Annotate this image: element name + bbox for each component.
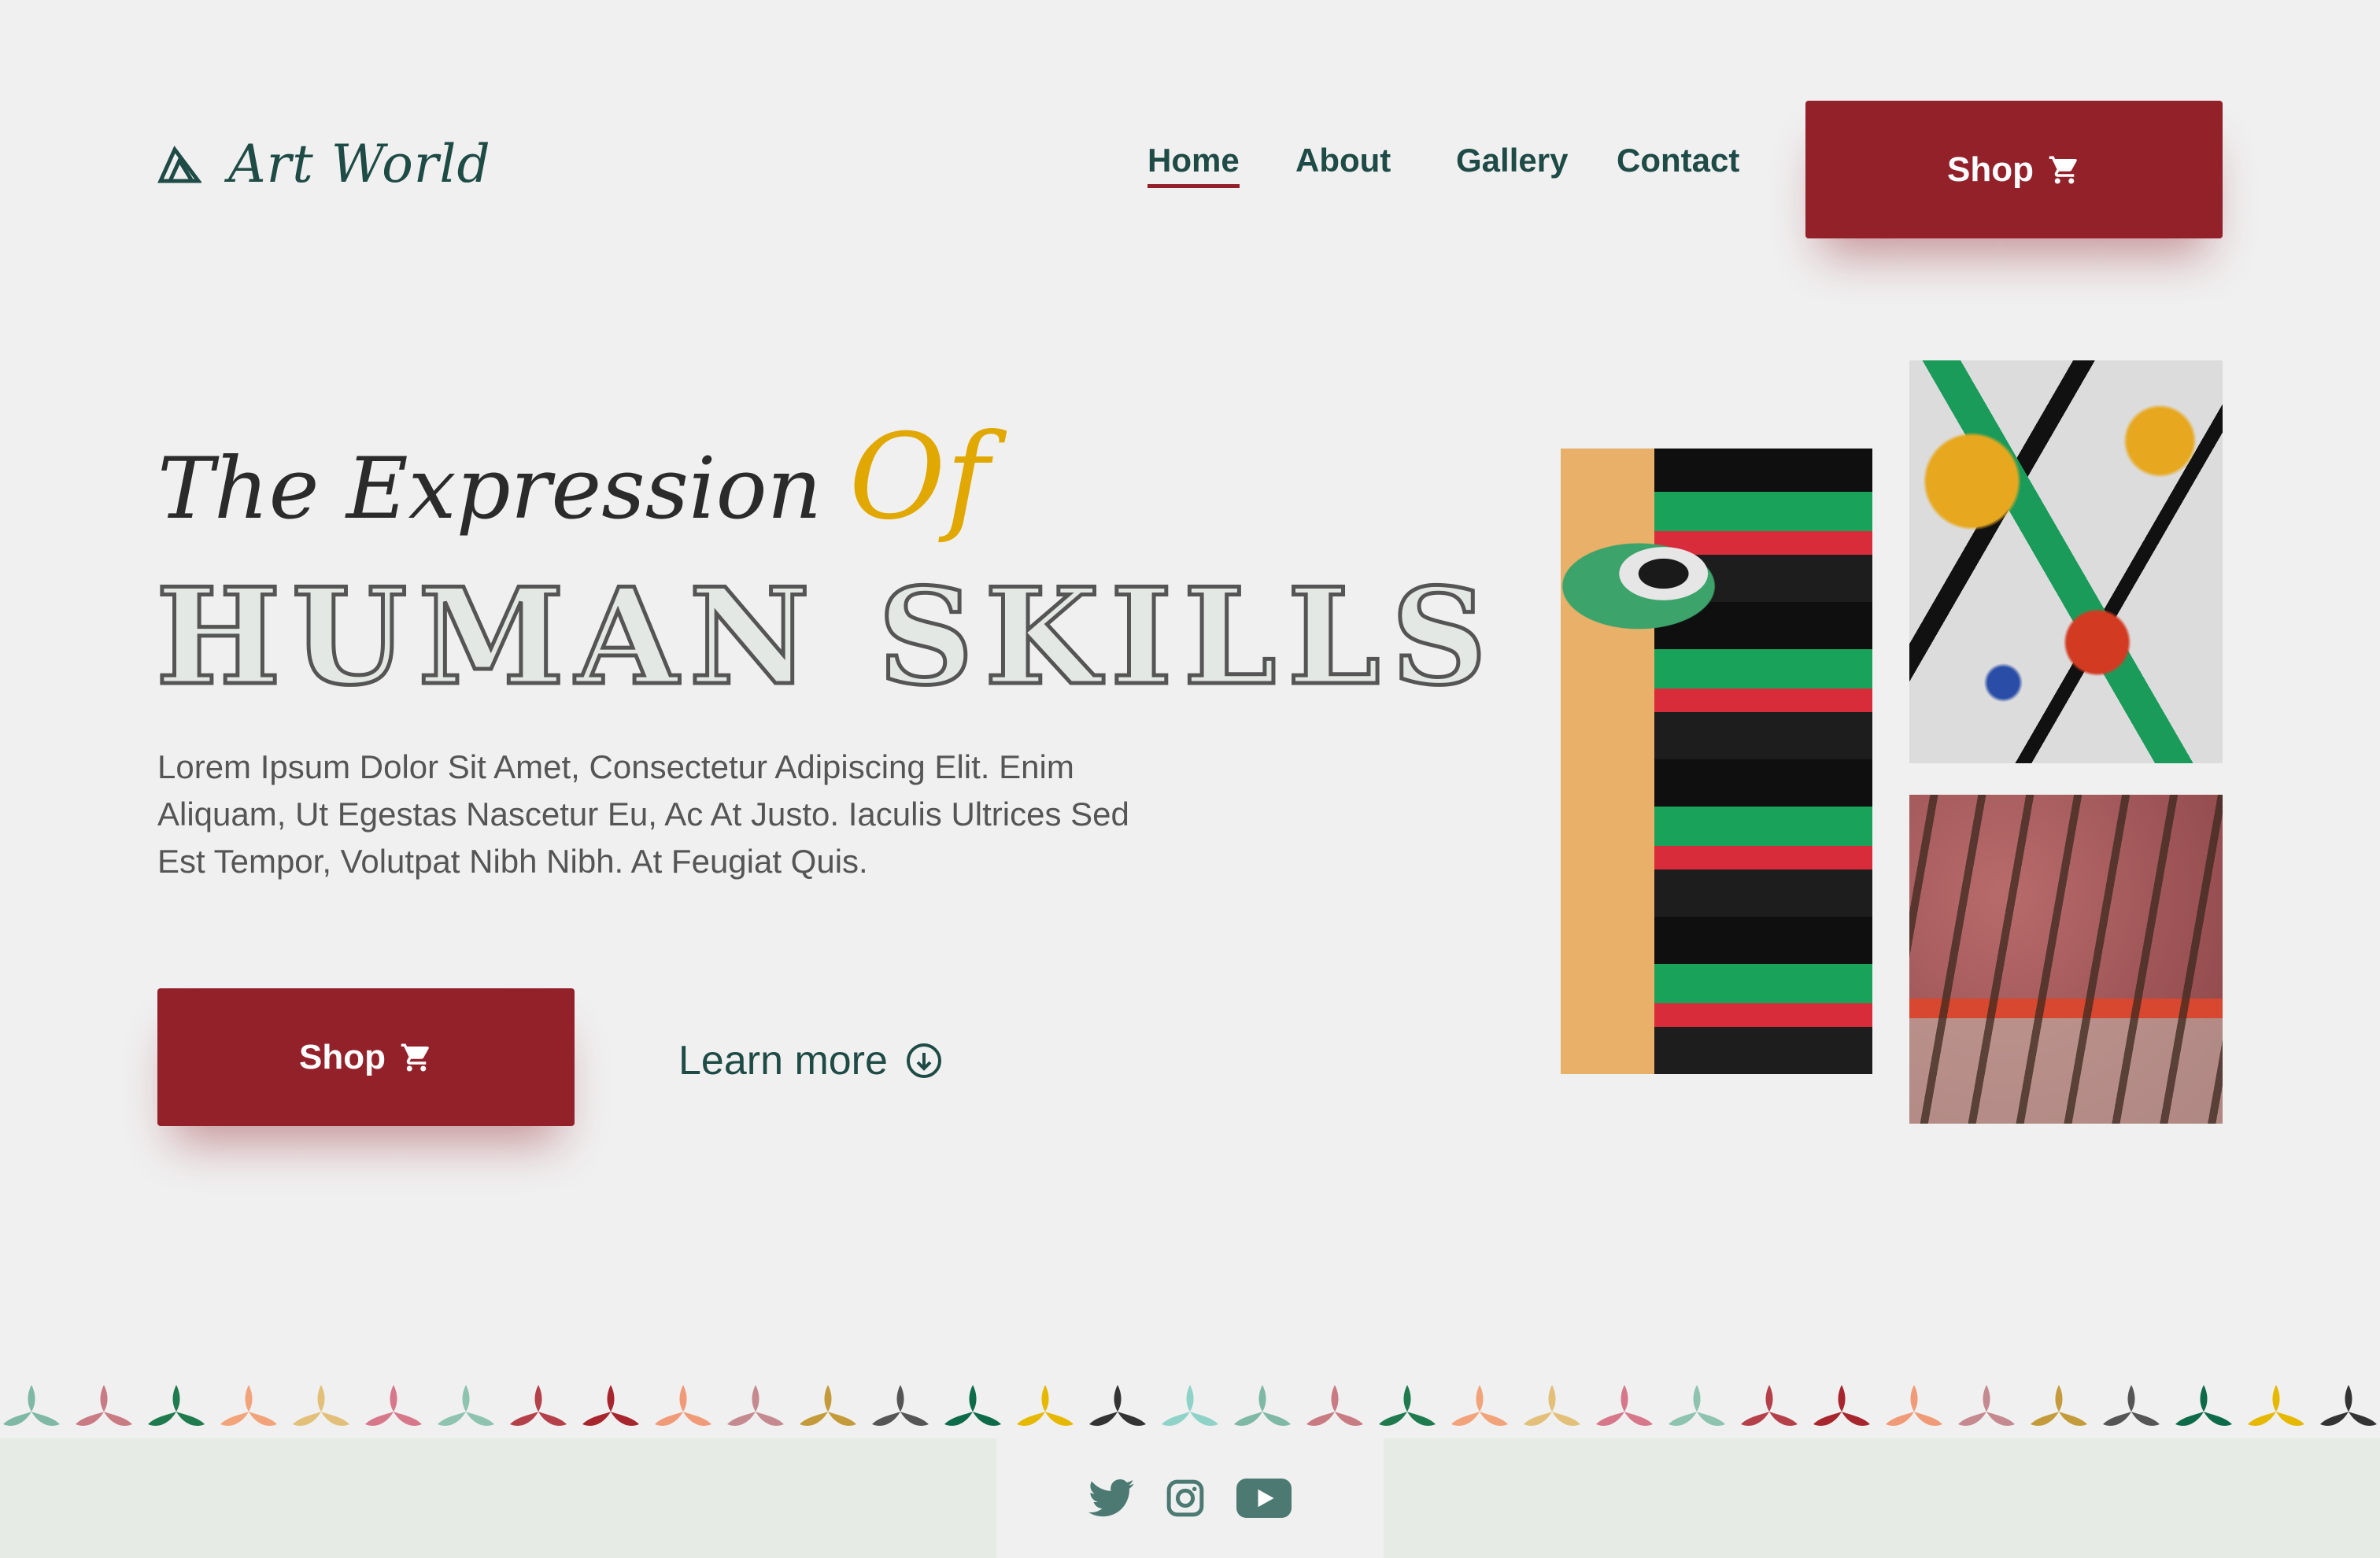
nav-about[interactable]: About bbox=[1295, 142, 1391, 179]
ornament-glyph bbox=[293, 1385, 349, 1427]
ornament-glyph bbox=[510, 1385, 567, 1427]
header-shop-button[interactable]: Shop bbox=[1805, 101, 2223, 238]
ornament-glyph bbox=[1958, 1385, 2015, 1427]
ornament-glyph bbox=[1017, 1385, 1074, 1427]
shop-button-label: Shop bbox=[299, 1037, 386, 1076]
ornament-glyph bbox=[3, 1385, 60, 1427]
ornament-glyph bbox=[1089, 1385, 1146, 1427]
ornament-glyph bbox=[1451, 1385, 1508, 1427]
ornament-glyph bbox=[1379, 1385, 1436, 1427]
social-links bbox=[996, 1438, 1384, 1558]
footer-panel-left bbox=[0, 1438, 996, 1558]
ornament-glyph bbox=[438, 1385, 494, 1427]
ornament-glyph bbox=[1886, 1385, 1942, 1427]
ornament-glyph bbox=[1813, 1385, 1870, 1427]
nav-contact[interactable]: Contact bbox=[1617, 142, 1739, 179]
instagram-icon[interactable] bbox=[1166, 1479, 1205, 1518]
hero-tagline: The Expression Of bbox=[157, 409, 989, 546]
street-mural-image bbox=[1561, 449, 1872, 1074]
brand-name: Art World bbox=[228, 134, 491, 194]
nav-home[interactable]: Home bbox=[1148, 142, 1240, 188]
footer-panel-right bbox=[1384, 1438, 2380, 1558]
ornament-glyph bbox=[655, 1385, 711, 1427]
cart-icon bbox=[401, 1043, 429, 1071]
ornament-glyph bbox=[2248, 1385, 2304, 1427]
decorative-border bbox=[3, 1385, 2377, 1427]
ornament-glyph bbox=[2103, 1385, 2160, 1427]
tagline-text: The Expression bbox=[157, 440, 822, 538]
ornament-glyph bbox=[365, 1385, 422, 1427]
ornament-glyph bbox=[2320, 1385, 2377, 1427]
ornament-glyph bbox=[872, 1385, 929, 1427]
shop-button-label: Shop bbox=[1947, 150, 2034, 189]
ornament-glyph bbox=[220, 1385, 277, 1427]
paint-splash-image bbox=[1909, 360, 2223, 763]
ornament-glyph bbox=[800, 1385, 856, 1427]
ornament-glyph bbox=[2031, 1385, 2087, 1427]
brand-logo[interactable]: Art World bbox=[157, 134, 491, 194]
arrow-down-circle-icon bbox=[906, 1043, 941, 1078]
ornament-glyph bbox=[1306, 1385, 1363, 1427]
hero-shop-button[interactable]: Shop bbox=[157, 988, 575, 1126]
paint-brushes-image bbox=[1909, 795, 2223, 1124]
ornament-glyph bbox=[582, 1385, 639, 1427]
ornament-glyph bbox=[1162, 1385, 1218, 1427]
ornament-glyph bbox=[1524, 1385, 1580, 1427]
cart-icon bbox=[2049, 156, 2077, 183]
nav-gallery[interactable]: Gallery bbox=[1456, 142, 1568, 179]
twitter-icon[interactable] bbox=[1088, 1479, 1134, 1518]
tagline-accent: Of bbox=[848, 409, 990, 546]
ornament-glyph bbox=[1741, 1385, 1798, 1427]
ornament-glyph bbox=[1669, 1385, 1725, 1427]
ornament-glyph bbox=[2175, 1385, 2232, 1427]
learn-more-link[interactable]: Learn more bbox=[678, 1037, 943, 1084]
logo-triangles-icon bbox=[157, 145, 201, 183]
ornament-glyph bbox=[148, 1385, 205, 1427]
learn-more-label: Learn more bbox=[678, 1038, 888, 1084]
ornament-glyph bbox=[76, 1385, 132, 1427]
ornament-glyph bbox=[944, 1385, 1001, 1427]
ornament-glyph bbox=[1234, 1385, 1291, 1427]
ornament-glyph bbox=[727, 1385, 784, 1427]
hero-headline: HUMAN SKILLS bbox=[153, 557, 1499, 717]
ornament-glyph bbox=[1596, 1385, 1653, 1427]
youtube-icon[interactable] bbox=[1236, 1479, 1292, 1518]
hero-description: Lorem Ipsum Dolor Sit Amet, Consectetur … bbox=[157, 748, 1129, 880]
